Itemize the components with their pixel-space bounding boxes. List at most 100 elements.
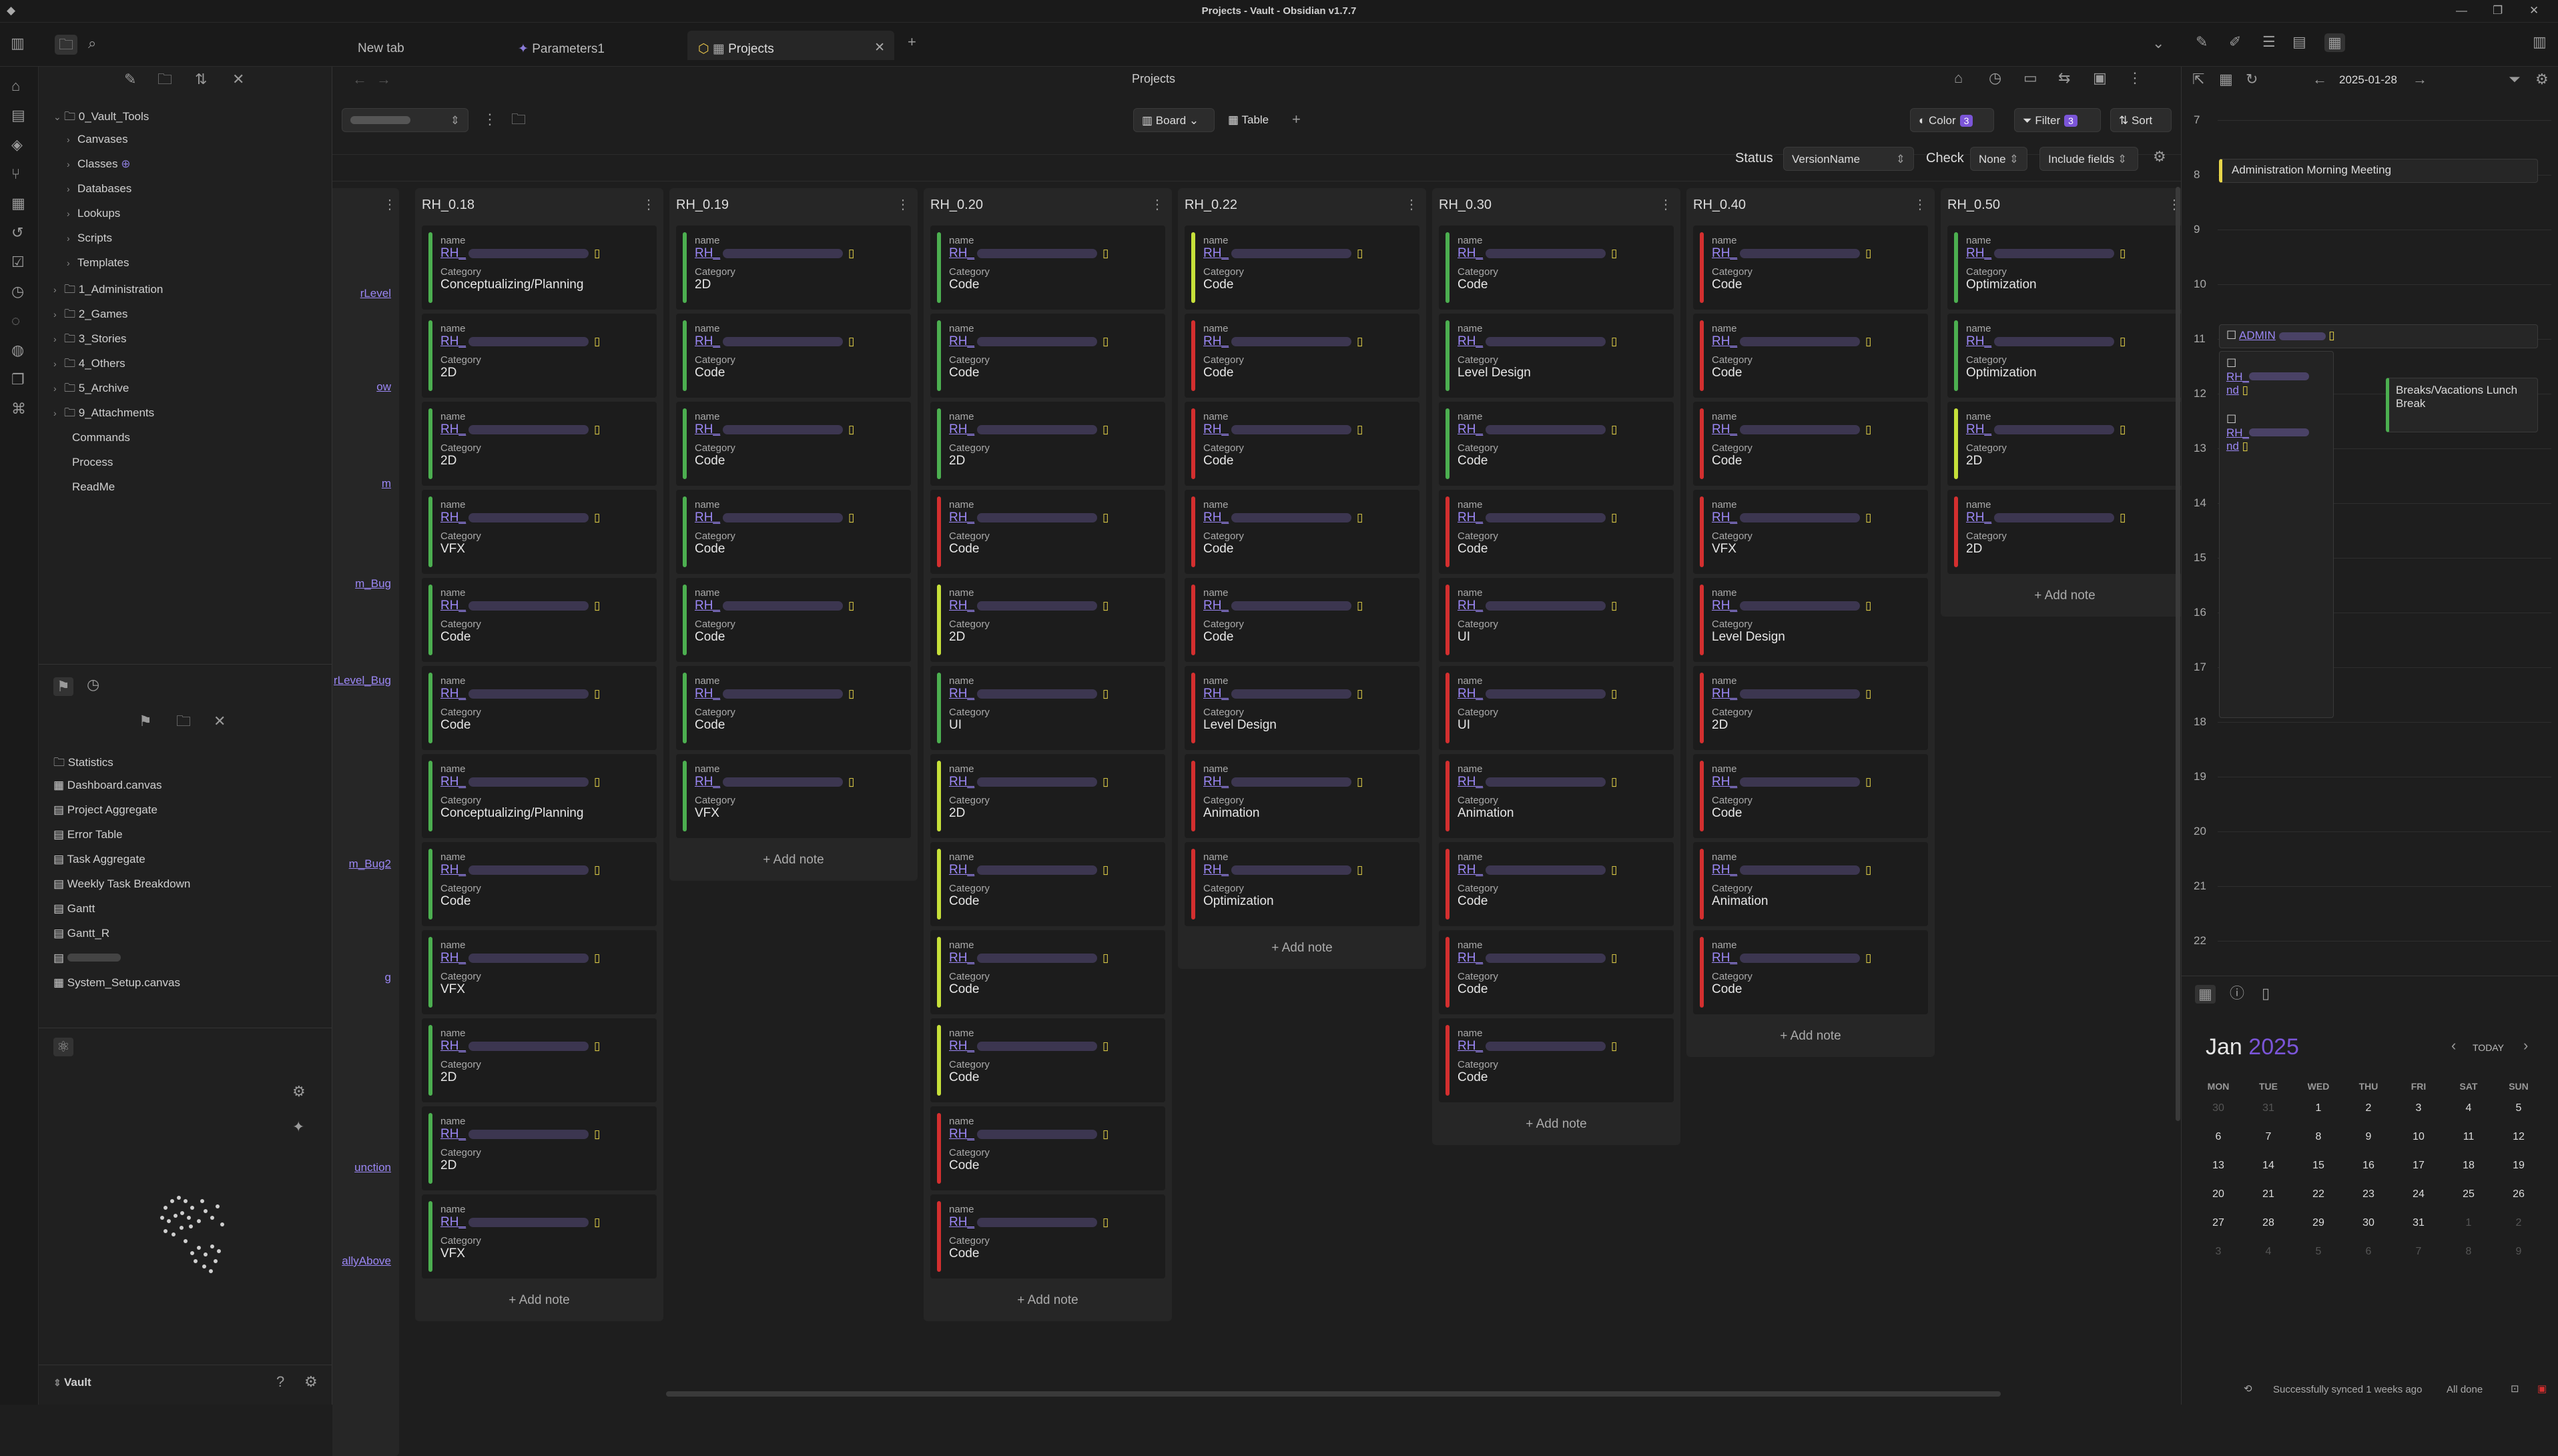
board-card[interactable]: name RH_ ▯ Category Code (1185, 578, 1419, 662)
card-link[interactable]: RH_ ▯ (440, 775, 647, 789)
card-link[interactable]: RH_ ▯ (1712, 687, 1919, 701)
calendar-day[interactable]: 10 (2395, 1131, 2442, 1143)
board-card[interactable]: name RH_ ▯ Category Code (1439, 402, 1674, 486)
chat-icon[interactable]: ◌ (11, 314, 20, 328)
bookmark-item[interactable]: ▤ Error Table (53, 828, 123, 841)
card-link[interactable]: RH_ ▯ (1712, 334, 1919, 349)
board-card[interactable]: name RH_ ▯ Category 2D (1947, 490, 2182, 574)
board-card[interactable]: name RH_ ▯ Category Code (676, 402, 911, 486)
dashboard-icon[interactable]: ▤ (11, 108, 25, 123)
calendar-day[interactable]: 19 (2495, 1160, 2542, 1172)
card-link[interactable]: RH_ ▯ (1458, 334, 1664, 349)
board-card[interactable]: name RH_ ▯ Category Code (422, 578, 657, 662)
calendar-day[interactable]: 18 (2445, 1160, 2492, 1172)
search-icon[interactable]: ⌕ (88, 36, 96, 51)
sort-icon[interactable]: ⇅ (195, 72, 207, 87)
add-note-button[interactable]: + Add note (1432, 1102, 1680, 1145)
board-card[interactable]: name RH_ ▯ Category 2D (422, 1018, 657, 1102)
new-tab-icon[interactable]: + (908, 35, 916, 49)
board-card[interactable]: name RH_ ▯ Category Code (1185, 314, 1419, 398)
magic-wand-icon[interactable]: ✦ (292, 1120, 304, 1134)
brush-icon[interactable]: ✎ (2196, 35, 2208, 49)
column-menu-icon[interactable]: ⋮ (383, 196, 396, 213)
tab-new-tab[interactable]: New tab (347, 31, 501, 60)
tree-folder[interactable]: › Classes ⊕ (67, 157, 130, 171)
calendar-day[interactable]: 22 (2295, 1188, 2342, 1200)
event-morning-meeting[interactable]: Administration Morning Meeting (2219, 159, 2538, 183)
card-link[interactable]: RH_ ▯ (949, 1039, 1156, 1054)
card-link[interactable]: RH_ ▯ (695, 246, 902, 261)
calendar-day[interactable]: 3 (2195, 1246, 2242, 1258)
close-tab-icon[interactable]: ✕ (874, 40, 885, 55)
card-link[interactable]: RH_ ▯ (1712, 951, 1919, 966)
board-settings-icon[interactable]: ⚙ (2153, 149, 2166, 164)
board-card[interactable]: name RH_ ▯ Category VFX (676, 754, 911, 838)
checkbox-icon[interactable]: ☐ (2226, 329, 2239, 342)
board-card[interactable]: name RH_ ▯ Category 2D (422, 314, 657, 398)
calendar-day[interactable]: 16 (2345, 1160, 2392, 1172)
board-card[interactable]: name RH_ ▯ Category UI (930, 666, 1165, 750)
prev-day-icon[interactable]: ← (2312, 72, 2327, 87)
card-link[interactable]: RH_ ▯ (440, 1039, 647, 1054)
card-link[interactable]: RH_ ▯ (1203, 334, 1410, 349)
partial-card-link[interactable]: unction (354, 1161, 391, 1174)
clock-icon[interactable]: ◷ (11, 284, 24, 299)
board-card[interactable]: name RH_ ▯ Category UI (1439, 666, 1674, 750)
list-icon[interactable]: ☰ (2262, 35, 2276, 49)
board-card[interactable]: name RH_ ▯ Category 2D (422, 402, 657, 486)
bookmark-item[interactable]: ▤ Gantt_R (53, 927, 109, 940)
close-window-icon[interactable]: ✕ (2529, 4, 2539, 17)
include-fields-select[interactable]: Include fields ⇕ (2039, 147, 2138, 171)
horizontal-scrollbar[interactable] (666, 1391, 2001, 1397)
partial-card-link[interactable]: g (385, 971, 391, 984)
calendar-day[interactable]: 7 (2395, 1246, 2442, 1258)
calendar-day[interactable]: 5 (2295, 1246, 2342, 1258)
card-link[interactable]: RH_ ▯ (1712, 863, 1919, 877)
refresh-icon[interactable]: ↻ (2246, 72, 2258, 87)
board-card[interactable]: name RH_ ▯ Category Code (1693, 754, 1928, 838)
card-link[interactable]: RH_ ▯ (1712, 510, 1919, 525)
column-menu-icon[interactable]: ⋮ (1151, 196, 1164, 213)
board-card[interactable]: name RH_ ▯ Category Code (1439, 226, 1674, 310)
note-icon[interactable]: ▯ (2262, 986, 2270, 1001)
card-link[interactable]: RH_ ▯ (1458, 246, 1664, 261)
git-icon[interactable]: ⑂ (11, 167, 20, 181)
tasks-icon[interactable]: ☑ (11, 255, 25, 270)
archive-icon[interactable]: ▤ (2292, 35, 2306, 49)
bookmark-item[interactable]: 🗀 Statistics (53, 754, 113, 773)
card-link[interactable]: RH_ ▯ (440, 334, 647, 349)
vscode-icon[interactable]: ◈ (11, 137, 23, 152)
add-bookmark-icon[interactable]: ⚑ (139, 714, 152, 729)
tab-list-icon[interactable]: ⌄ (2152, 36, 2164, 51)
calendar-day[interactable]: 5 (2495, 1102, 2542, 1114)
calendar-day[interactable]: 13 (2195, 1160, 2242, 1172)
next-day-icon[interactable]: → (2413, 72, 2427, 87)
calendar-day[interactable]: 12 (2495, 1131, 2542, 1143)
card-link[interactable]: RH_ ▯ (1966, 510, 2173, 525)
filter-icon[interactable]: ⏷ (2509, 72, 2521, 87)
board-card[interactable]: name RH_ ▯ Category Animation (1185, 754, 1419, 838)
partial-card-link[interactable]: ow (376, 380, 391, 394)
files-icon[interactable]: 🗀 (55, 35, 78, 55)
tree-folder[interactable]: › 🗀 5_Archive (53, 380, 129, 399)
card-link[interactable]: RH_ ▯ (1458, 1039, 1664, 1054)
card-link[interactable]: RH_ ▯ (1458, 775, 1664, 789)
board-card[interactable]: name RH_ ▯ Category Code (930, 1106, 1165, 1190)
calendar-day[interactable]: 25 (2445, 1188, 2492, 1200)
command-icon[interactable]: ⌘ (11, 402, 26, 416)
add-note-button[interactable]: + Add note (1941, 574, 2189, 617)
board-card[interactable]: name RH_ ▯ Category Code (1693, 314, 1928, 398)
calendar-day[interactable]: 26 (2495, 1188, 2542, 1200)
add-view-icon[interactable]: + (1292, 112, 1301, 127)
partial-card-link[interactable]: rLevel_Bug (334, 674, 391, 687)
card-link[interactable]: RH_ ▯ (949, 1127, 1156, 1142)
card-link[interactable]: RH_ ▯ (1458, 510, 1664, 525)
board-card[interactable]: name RH_ ▯ Category Animation (1439, 754, 1674, 838)
info-icon[interactable]: ⓘ (2230, 986, 2244, 1001)
card-link[interactable]: RH_ ▯ (949, 863, 1156, 877)
card-link[interactable]: RH_ ▯ (1712, 775, 1919, 789)
calendar-day[interactable]: 11 (2445, 1131, 2492, 1143)
add-note-button[interactable]: + Add note (669, 838, 918, 881)
right-sidebar-toggle-icon[interactable]: ▥ (2533, 35, 2547, 49)
calendar-day[interactable]: 28 (2245, 1217, 2292, 1229)
